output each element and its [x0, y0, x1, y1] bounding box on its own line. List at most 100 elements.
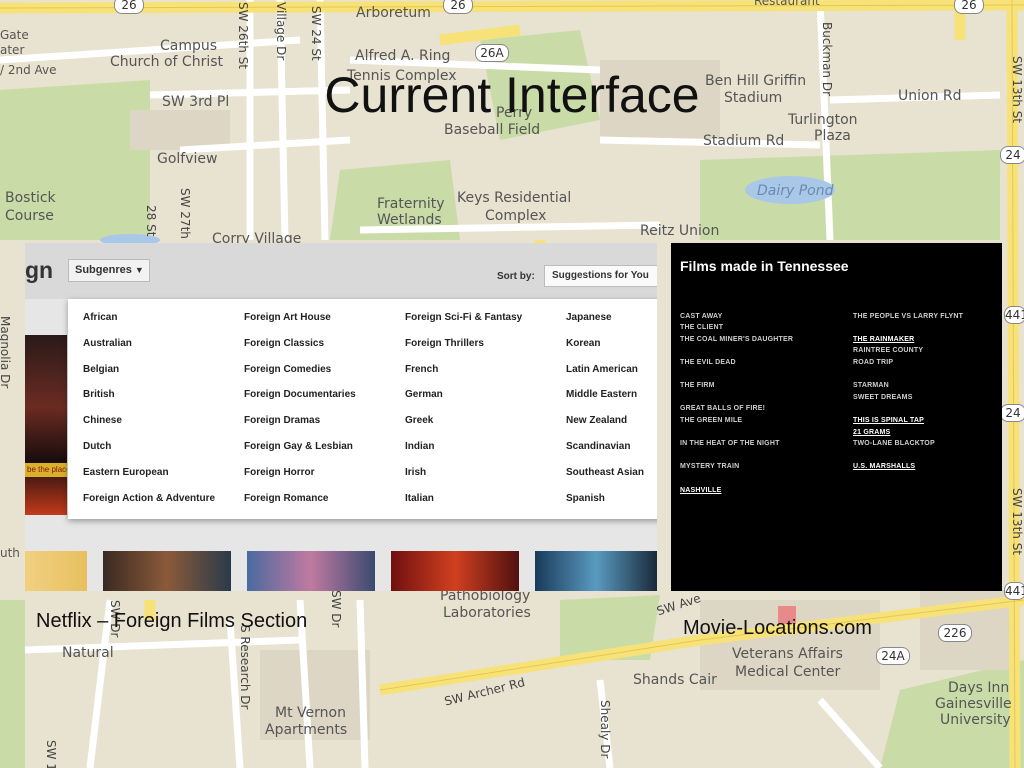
subgenre-link[interactable]: Italian — [405, 492, 522, 518]
map-label-gate: Gate — [0, 28, 29, 42]
subgenres-column-1: African Australian Belgian British Chine… — [83, 311, 215, 517]
subgenre-link[interactable]: Foreign Romance — [244, 492, 356, 518]
map-label-shealy-dr: Shealy Dr — [598, 700, 612, 759]
subgenre-link[interactable]: New Zealand — [566, 414, 644, 440]
map-label-days-inn: Days Inn — [948, 680, 1010, 696]
map-label-bostick: Bostick — [5, 190, 56, 206]
subgenres-column-2: Foreign Art House Foreign Classics Forei… — [244, 311, 356, 517]
map-label-keys-residential: Keys Residential — [457, 190, 572, 206]
subgenre-link[interactable]: Spanish — [566, 492, 644, 518]
film-link[interactable]: STARMAN — [853, 382, 889, 389]
map-label-plaza: Plaza — [814, 128, 851, 144]
map-label-stadium-rd: Stadium Rd — [703, 133, 785, 149]
subgenre-link[interactable]: Dutch — [83, 440, 215, 466]
movie-poster-thumbnail[interactable] — [25, 551, 87, 591]
subgenre-link[interactable]: Foreign Comedies — [244, 363, 356, 389]
subgenre-link[interactable]: Australian — [83, 337, 215, 363]
map-label-mt-vernon: Mt Vernon — [275, 705, 346, 721]
route-shield: 441 — [1004, 306, 1024, 324]
movie-poster-thumbnail[interactable]: be the place — [25, 335, 67, 515]
caret-down-icon: ▼ — [134, 265, 144, 275]
subgenre-link[interactable]: Latin American — [566, 363, 644, 389]
film-link[interactable]: THE CLIENT — [680, 324, 723, 331]
map-label-sw-26th-st: SW 26th St — [236, 2, 250, 70]
subgenre-link[interactable]: Japanese — [566, 311, 644, 337]
film-link[interactable]: THE GREEN MILE — [680, 417, 742, 424]
film-link[interactable]: ROAD TRIP — [853, 359, 893, 366]
map-label-complex: Complex — [485, 208, 547, 224]
film-link-highlighted[interactable]: THIS IS SPINAL TAP — [853, 417, 924, 424]
subgenres-dropdown-button[interactable]: Subgenres ▼ — [68, 259, 150, 282]
map-label-uth: uth — [0, 546, 20, 560]
subgenre-link[interactable]: Eastern European — [83, 466, 215, 492]
film-link[interactable]: THE FIRM — [680, 382, 715, 389]
subgenre-link[interactable]: Foreign Gay & Lesbian — [244, 440, 356, 466]
route-shield: 24A — [876, 647, 910, 665]
map-label-laboratories: Laboratories — [443, 605, 531, 621]
film-link[interactable]: SWEET DREAMS — [853, 394, 913, 401]
map-label-natural: Natural — [62, 645, 114, 661]
map-label-course: Course — [5, 208, 54, 224]
subgenre-link[interactable]: Foreign Action & Adventure — [83, 492, 215, 518]
map-label-campus: Campus — [160, 38, 218, 54]
movie-poster-thumbnail[interactable] — [103, 551, 231, 591]
route-shield: 24 — [1000, 404, 1024, 422]
movie-locations-title: Films made in Tennessee — [680, 258, 849, 274]
netflix-screenshot: gn Subgenres ▼ Sort by: Suggestions for Y… — [25, 243, 657, 591]
map-label-medical-center: Medical Center — [735, 664, 841, 680]
film-link-highlighted[interactable]: THE RAINMAKER — [853, 336, 914, 343]
film-link-highlighted[interactable]: 21 GRAMS — [853, 429, 890, 436]
subgenre-link[interactable]: German — [405, 388, 522, 414]
movie-poster-thumbnail[interactable] — [391, 551, 519, 591]
map-label-restaurant: Restaurant — [754, 0, 820, 8]
film-link[interactable]: RAINTREE COUNTY — [853, 347, 923, 354]
film-link[interactable]: MYSTERY TRAIN — [680, 463, 739, 470]
film-link[interactable]: IN THE HEAT OF THE NIGHT — [680, 440, 780, 447]
subgenre-link[interactable]: Foreign Horror — [244, 466, 356, 492]
route-shield: 226 — [938, 624, 972, 642]
subgenre-link[interactable]: British — [83, 388, 215, 414]
subgenre-link[interactable]: Chinese — [83, 414, 215, 440]
film-link[interactable]: GREAT BALLS OF FIRE! — [680, 405, 765, 412]
subgenre-link[interactable]: Greek — [405, 414, 522, 440]
map-label-ater: ater — [0, 43, 25, 57]
subgenre-link[interactable]: Foreign Thrillers — [405, 337, 522, 363]
subgenre-link[interactable]: Belgian — [83, 363, 215, 389]
map-label-village-dr: Village Dr — [274, 2, 288, 61]
route-shield: 26 — [114, 0, 144, 14]
route-shield: 26A — [475, 44, 509, 62]
netflix-page-heading: gn — [25, 257, 54, 283]
subgenre-link[interactable]: Foreign Dramas — [244, 414, 356, 440]
map-label-sw-27th: SW 27th — [178, 188, 192, 239]
film-link-highlighted[interactable]: U.S. MARSHALLS — [853, 463, 915, 470]
subgenre-link[interactable]: Middle Eastern — [566, 388, 644, 414]
sort-select[interactable]: Suggestions for You — [544, 265, 657, 287]
film-link[interactable]: CAST AWAY — [680, 313, 723, 320]
map-label-golfview: Golfview — [157, 151, 218, 167]
subgenre-link[interactable]: French — [405, 363, 522, 389]
map-label-wetlands: Wetlands — [377, 212, 442, 228]
film-link-highlighted[interactable]: NASHVILLE — [680, 487, 721, 494]
subgenre-link[interactable]: Foreign Classics — [244, 337, 356, 363]
subgenre-link[interactable]: Foreign Art House — [244, 311, 356, 337]
movie-locations-screenshot: Films made in Tennessee CAST AWAY THE CL… — [671, 243, 1002, 591]
subgenre-link[interactable]: Foreign Sci-Fi & Fantasy — [405, 311, 522, 337]
map-label-dairy-pond: Dairy Pond — [757, 183, 834, 199]
subgenre-link[interactable]: African — [83, 311, 215, 337]
subgenre-link[interactable]: Scandinavian — [566, 440, 644, 466]
film-link[interactable]: THE EVIL DEAD — [680, 359, 736, 366]
subgenre-link[interactable]: Foreign Documentaries — [244, 388, 356, 414]
netflix-topbar: gn Subgenres ▼ Sort by: Suggestions for Y… — [25, 243, 657, 299]
movie-poster-thumbnail[interactable] — [535, 551, 657, 591]
subgenre-link[interactable]: Southeast Asian — [566, 466, 644, 492]
film-link[interactable]: TWO-LANE BLACKTOP — [853, 440, 935, 447]
film-link[interactable]: THE PEOPLE VS LARRY FLYNT — [853, 313, 963, 320]
movie-poster-thumbnail[interactable] — [247, 551, 375, 591]
sort-by-label: Sort by: — [497, 271, 535, 282]
film-link[interactable]: THE COAL MINER'S DAUGHTER — [680, 336, 793, 343]
subgenre-link[interactable]: Indian — [405, 440, 522, 466]
slide-title: Current Interface — [324, 67, 700, 123]
subgenre-link[interactable]: Korean — [566, 337, 644, 363]
map-label-28-st: 28 St — [144, 205, 158, 237]
subgenre-link[interactable]: Irish — [405, 466, 522, 492]
